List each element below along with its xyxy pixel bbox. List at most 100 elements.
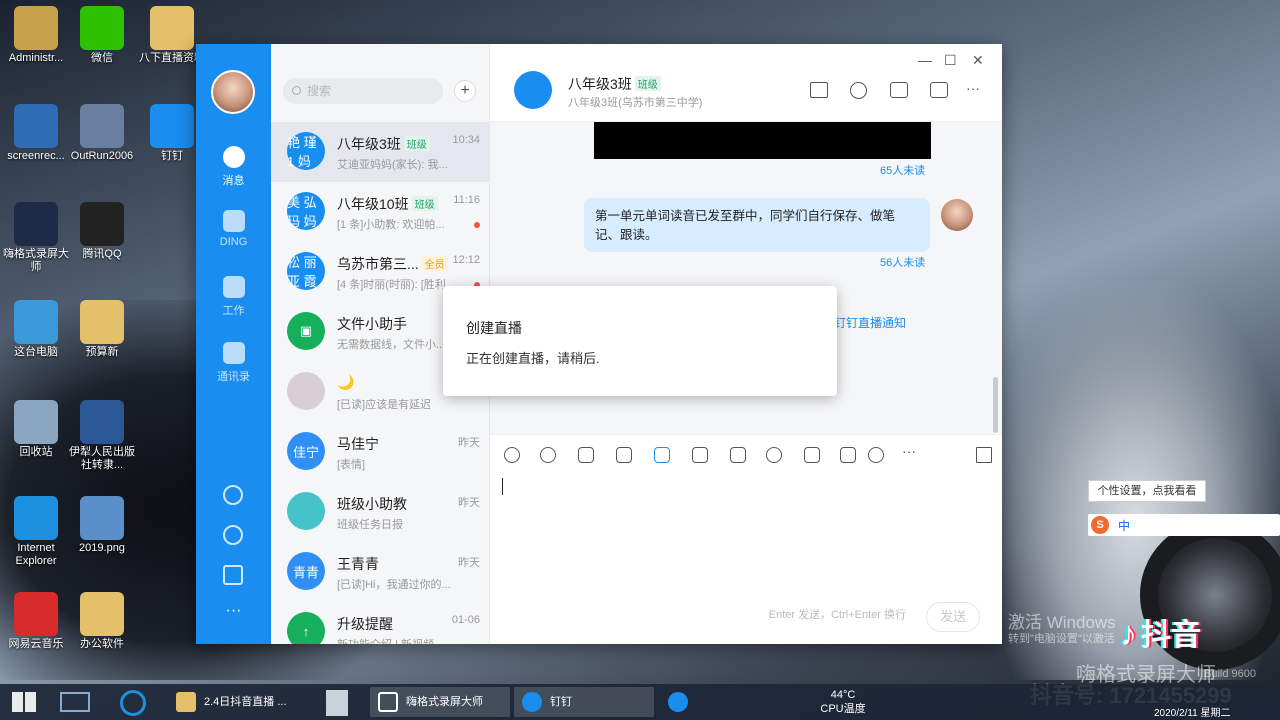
desktop-icon[interactable]: 微信 xyxy=(66,6,138,65)
app-icon xyxy=(14,592,58,636)
cpu-temp: 44°C CPU温度 xyxy=(820,689,866,715)
conversation-item[interactable]: 美 弘 玛 妈八年级10班 班级 11:16 [1 条]小助教: 欢迎帕... xyxy=(271,182,489,242)
conversation-name: 王青青 xyxy=(337,556,379,572)
conversation-item[interactable]: ↑ 升级提醒 01-06 新功能介绍 | 新视频... xyxy=(271,602,489,644)
thumbs-up-icon[interactable] xyxy=(578,447,594,463)
conversation-preview: 班级任务日报 xyxy=(337,519,403,531)
clock-date[interactable]: 2020/2/11 星期二 xyxy=(1154,704,1231,719)
expand-icon[interactable] xyxy=(976,447,992,463)
rail-item-ding[interactable]: DING xyxy=(196,210,271,248)
message-input[interactable]: Enter 发送，Ctrl+Enter 换行 发送 xyxy=(490,470,1002,644)
conversation-item[interactable]: 艳 瑾 1 妈八年级3班 班级 10:34 艾迪亚妈妈(家长): 我... xyxy=(271,122,489,182)
desktop-icon[interactable]: 2019.png xyxy=(66,496,138,555)
taskbar-item-folder[interactable]: 2.4日抖音直播 ... xyxy=(168,687,306,717)
conversation-tag: 全员 xyxy=(421,256,448,271)
send-button[interactable]: 发送 xyxy=(926,602,980,632)
maximize-button[interactable]: ☐ xyxy=(944,52,957,69)
desktop-icon[interactable]: Internet Explorer xyxy=(0,496,72,568)
conversation-avatar: 青青 xyxy=(287,552,325,590)
add-button[interactable]: + xyxy=(454,80,476,102)
taskbar-item-dingtalk-2[interactable] xyxy=(660,687,706,717)
rail-item-contacts[interactable]: 通讯录 xyxy=(196,342,271,384)
sogou-icon[interactable]: S xyxy=(1091,516,1109,534)
app-icon xyxy=(80,202,124,246)
folder-icon[interactable] xyxy=(890,82,908,98)
desktop-icon[interactable]: 嗨格式录屏大师 xyxy=(0,202,72,274)
school-icon[interactable] xyxy=(868,447,884,463)
message-bubble: 第一单元单词读音已发至群中，同学们自行保存、做笔记、跟读。 xyxy=(584,198,930,252)
ime-mode[interactable]: 中 xyxy=(1118,517,1130,534)
live-notice-link[interactable]: 钉钉直播通知 xyxy=(834,314,906,331)
tiktok-logo: ♪ 抖音 xyxy=(1120,615,1201,653)
conversation-item[interactable]: 青青 王青青 昨天 [已读]Hi，我通过你的... xyxy=(271,542,489,602)
desktop-icon-label: 腾讯QQ xyxy=(82,248,122,260)
conversation-name: 乌苏市第三... 全员 xyxy=(337,254,448,274)
conversation-item[interactable]: 班级小助教 昨天 班级任务日报 xyxy=(271,482,489,542)
group-avatar[interactable] xyxy=(514,71,552,109)
sender-avatar[interactable] xyxy=(941,199,973,231)
rail-item-work[interactable]: 工作 xyxy=(196,276,271,318)
nav-rail: 消息 DING 工作 通讯录 ··· xyxy=(196,44,271,644)
conversation-item[interactable]: 佳宁 马佳宁 昨天 [表情] xyxy=(271,422,489,482)
cloud-icon[interactable] xyxy=(223,525,243,545)
desktop-icon[interactable] xyxy=(60,692,90,712)
conversation-name: 八年级10班 班级 xyxy=(337,194,438,214)
desktop-icon[interactable]: 这台电脑 xyxy=(0,300,72,359)
ie-icon[interactable] xyxy=(120,690,146,716)
desktop-icon[interactable]: screenrec... xyxy=(0,104,72,163)
unread-count[interactable]: 56人未读 xyxy=(880,254,925,270)
calculator-icon[interactable] xyxy=(326,690,348,716)
mail-icon[interactable] xyxy=(223,565,243,585)
start-button[interactable] xyxy=(12,692,36,712)
conversation-avatar xyxy=(287,492,325,530)
scrollbar[interactable] xyxy=(993,377,998,433)
conversation-preview: [4 条]时丽(时丽): [胜利... xyxy=(337,279,455,291)
search-input[interactable]: 搜索 xyxy=(283,78,443,104)
file-icon[interactable] xyxy=(654,447,670,463)
ime-toolbar[interactable]: S 中 xyxy=(1088,514,1280,536)
activate-windows-sub: 转到"电脑设置"以激活 xyxy=(1008,633,1115,645)
conversation-preview: [已读]Hi，我通过你的... xyxy=(337,579,451,591)
emoji-icon[interactable] xyxy=(540,447,556,463)
desktop-icon[interactable]: 伊犁人民出版社转隶... xyxy=(66,400,138,472)
desktop-icon[interactable]: 办公软件 xyxy=(66,592,138,651)
desktop-icon[interactable]: 预算新 xyxy=(66,300,138,359)
mail-icon[interactable] xyxy=(840,447,856,463)
ding-icon[interactable] xyxy=(730,447,746,463)
gif-icon[interactable] xyxy=(504,447,520,463)
chat-header: 八年级3班 班级 八年级3班(乌苏市第三中学) ··· — ☐ ✕ xyxy=(490,44,1002,122)
input-toolbar: ··· xyxy=(490,434,1002,470)
desktop-icon[interactable]: Administr... xyxy=(0,6,72,65)
class-tag: 班级 xyxy=(634,76,661,91)
conversation-name: 🌙 xyxy=(337,374,355,390)
folder-icon[interactable] xyxy=(692,447,708,463)
dialog-message: 正在创建直播，请稍后. xyxy=(466,351,600,366)
desktop-icon[interactable]: 腾讯QQ xyxy=(66,202,138,261)
conversation-name: 升级提醒 xyxy=(337,616,393,632)
rail-item-messages[interactable]: 消息 xyxy=(196,146,271,188)
announcement-icon[interactable] xyxy=(810,82,828,98)
close-button[interactable]: ✕ xyxy=(972,52,984,69)
redacted-message xyxy=(594,122,931,159)
conversation-time: 昨天 xyxy=(458,497,480,509)
more-icon[interactable]: ··· xyxy=(196,602,271,620)
taskbar-item-dingtalk[interactable]: 钉钉 xyxy=(514,687,654,717)
more-tools-icon[interactable]: ··· xyxy=(902,443,916,459)
call-icon[interactable] xyxy=(766,447,782,463)
taskbar-item-recorder[interactable]: 嗨格式录屏大师 xyxy=(370,687,510,717)
live-icon[interactable] xyxy=(930,82,948,98)
conversation-preview: [已读]应该是有延迟 xyxy=(337,399,432,411)
phone-icon[interactable] xyxy=(223,485,243,505)
conversation-preview: [1 条]小助教: 欢迎帕... xyxy=(337,219,445,231)
conversation-tag: 班级 xyxy=(411,196,438,211)
history-icon[interactable] xyxy=(850,82,867,99)
desktop-icon[interactable]: OutRun2006 xyxy=(66,104,138,163)
live-icon[interactable] xyxy=(804,447,820,463)
desktop-icon[interactable]: 网易云音乐 xyxy=(0,592,72,651)
minimize-button[interactable]: — xyxy=(918,52,932,68)
user-avatar[interactable] xyxy=(211,70,255,114)
desktop-icon[interactable]: 回收站 xyxy=(0,400,72,459)
more-options-icon[interactable]: ··· xyxy=(966,80,980,96)
scissors-icon[interactable] xyxy=(616,447,632,463)
unread-count[interactable]: 65人未读 xyxy=(880,162,925,178)
